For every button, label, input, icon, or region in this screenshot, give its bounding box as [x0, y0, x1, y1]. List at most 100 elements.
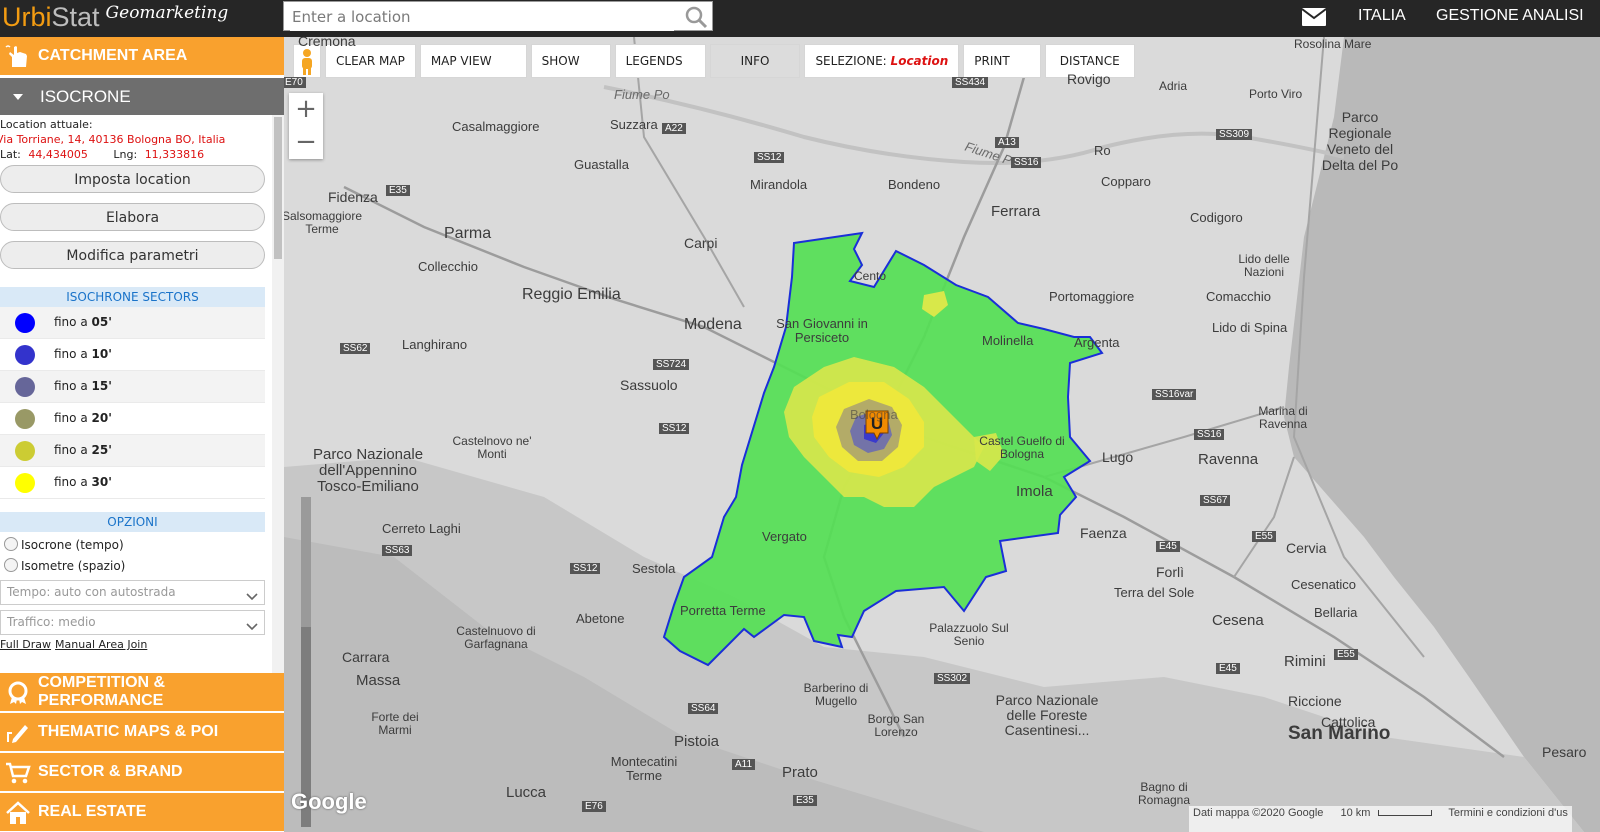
elabora-button[interactable]: Elabora	[0, 203, 265, 231]
location-coords: Lat: 44,434005 Lng: 11,333816	[0, 148, 204, 161]
sector-row[interactable]: fino a 10'	[0, 339, 265, 371]
isochrone-sectors-title: ISOCHRONE SECTORS	[0, 287, 265, 307]
map-place-label: Comacchio	[1206, 289, 1272, 304]
zoom-slider[interactable]	[301, 497, 311, 827]
map-place-label: Cervia	[1286, 540, 1327, 556]
scale-label: 10 km	[1340, 807, 1371, 819]
map-data-credit[interactable]: Dati mappa ©2020 Google	[1193, 807, 1323, 819]
panel-scrollbar[interactable]	[272, 115, 284, 710]
map-place-label: Collecchio	[418, 259, 478, 274]
isocrone-panel: Location attuale: Via Torriane, 14, 4013…	[0, 115, 272, 710]
map-place-label: Lido delle Nazioni	[1238, 252, 1290, 279]
show-button[interactable]: SHOW	[530, 44, 611, 78]
map-place-label: Lugo	[1102, 449, 1134, 465]
sector-row[interactable]: fino a 25'	[0, 435, 265, 467]
tempo-select[interactable]: Tempo: auto con autostrada	[0, 580, 265, 605]
medal-icon	[5, 681, 31, 710]
map-place-label: Barberino di Mugello	[803, 681, 869, 708]
map-place-label: Argenta	[1074, 335, 1120, 350]
catchment-area-label: CATCHMENT AREA	[38, 47, 188, 64]
full-draw-link[interactable]: Full Draw	[0, 638, 51, 651]
radio-isometre[interactable]: Isometre (spazio)	[4, 558, 125, 573]
modifica-parametri-button[interactable]: Modifica parametri	[0, 241, 265, 269]
map-place-label: Bologna	[850, 407, 898, 422]
road-shield: SS62	[340, 343, 371, 354]
map-place-label: Montecatini Terme	[610, 754, 678, 783]
sector-label: fino a 20'	[54, 411, 112, 425]
location-search-input[interactable]	[290, 3, 674, 31]
traffico-select[interactable]: Traffico: medio	[0, 610, 265, 635]
catchment-area-header[interactable]: CATCHMENT AREA	[0, 37, 284, 76]
house-icon	[5, 801, 31, 830]
map-place-label: Guastalla	[574, 157, 629, 172]
road-shield: E76	[582, 801, 606, 812]
search-icon[interactable]	[684, 5, 708, 33]
real-estate-header[interactable]: REAL ESTATE	[0, 793, 284, 832]
road-shield: SS67	[1200, 495, 1231, 506]
map-place-label: Rosolina Mare	[1294, 37, 1372, 51]
sector-row[interactable]: fino a 15'	[0, 371, 265, 403]
selection-indicator[interactable]: SELEZIONE: Location	[804, 44, 960, 78]
isocrone-header[interactable]: ISOCRONE	[0, 78, 284, 115]
scrollbar-thumb[interactable]	[274, 117, 282, 259]
map-place-label: Cesena	[1212, 612, 1264, 629]
map-place-label: Salsomaggiore Terme	[284, 209, 363, 236]
map-place-label: Suzzara	[610, 117, 658, 132]
thematic-maps-label: THEMATIC MAPS & POI	[38, 723, 219, 740]
selection-value: Location	[890, 54, 949, 68]
mail-icon[interactable]	[1301, 8, 1327, 30]
map-view[interactable]: U CLEAR MAP MAP VIEW SHOW LEGENDS INFO S…	[284, 37, 1600, 832]
nav-gestione-analisi[interactable]: GESTIONE ANALISI	[1436, 0, 1584, 37]
map-place-label: Ro	[1094, 143, 1111, 158]
nav-italia[interactable]: ITALIA	[1358, 0, 1406, 37]
map-attribution: Dati mappa ©2020 Google 10 km Termini e …	[1189, 806, 1572, 832]
location-title: Location attuale:	[0, 118, 93, 131]
print-button[interactable]: PRINT	[963, 44, 1041, 78]
sector-color-dot	[15, 473, 35, 493]
radio-button[interactable]	[4, 558, 18, 572]
road-shield: E35	[793, 795, 817, 806]
clear-map-button[interactable]: CLEAR MAP	[325, 44, 416, 78]
map-place-label: Parma	[444, 225, 492, 242]
sector-brand-header[interactable]: SECTOR & BRAND	[0, 753, 284, 792]
street-view-pegman[interactable]	[293, 44, 321, 78]
info-button[interactable]: INFO	[709, 44, 801, 78]
legends-button[interactable]: LEGENDS	[614, 44, 706, 78]
zoom-in-button[interactable]: +	[289, 93, 323, 126]
map-view-button[interactable]: MAP VIEW	[419, 44, 527, 78]
zoom-out-button[interactable]: −	[289, 126, 323, 159]
map-place-label: Massa	[356, 672, 401, 689]
radio-isocrone[interactable]: Isocrone (tempo)	[4, 537, 124, 552]
urbistat-logo[interactable]: Urbi Stat Geomarketing	[2, 2, 228, 34]
collapse-triangle-icon	[13, 94, 23, 100]
radio-button[interactable]	[4, 537, 18, 551]
sector-row[interactable]: fino a 20'	[0, 403, 265, 435]
road-shield: SS724	[653, 359, 690, 370]
road-shield: SS16	[1194, 429, 1225, 440]
road-shield: SS16	[1011, 157, 1042, 168]
competition-performance-header[interactable]: COMPETITION & PERFORMANCE	[0, 673, 284, 712]
sector-label: fino a 10'	[54, 347, 112, 361]
map-place-label: Ferrara	[991, 203, 1041, 220]
map-place-label: Cesenatico	[1291, 577, 1357, 592]
map-place-label: Pistoia	[674, 733, 720, 750]
map-place-label: Molinella	[982, 333, 1034, 348]
google-logo[interactable]: Google	[291, 789, 367, 815]
terms-link[interactable]: Termini e condizioni d'us	[1448, 807, 1568, 819]
imposta-location-button[interactable]: Imposta location	[0, 165, 265, 193]
road-shield: SS63	[382, 545, 413, 556]
thematic-maps-header[interactable]: THEMATIC MAPS & POI	[0, 713, 284, 752]
map-place-label: Langhirano	[402, 337, 468, 352]
sector-label: fino a 30'	[54, 475, 112, 489]
sector-row[interactable]: fino a 30'	[0, 467, 265, 499]
logo-stat: Stat	[51, 2, 100, 32]
sector-color-dot	[15, 345, 35, 365]
map-place-label: Pesaro	[1542, 744, 1587, 760]
road-shield: E45	[1216, 663, 1240, 674]
sidebar: CATCHMENT AREA ISOCRONE Location attuale…	[0, 37, 284, 832]
sector-row[interactable]: fino a 05'	[0, 307, 265, 339]
manual-area-join-link[interactable]: Manual Area Join	[55, 638, 147, 651]
sector-brand-label: SECTOR & BRAND	[38, 763, 183, 780]
pegman-icon	[302, 48, 312, 75]
map-place-label: Parco Nazionale delle Foreste Casentines…	[995, 692, 1099, 738]
